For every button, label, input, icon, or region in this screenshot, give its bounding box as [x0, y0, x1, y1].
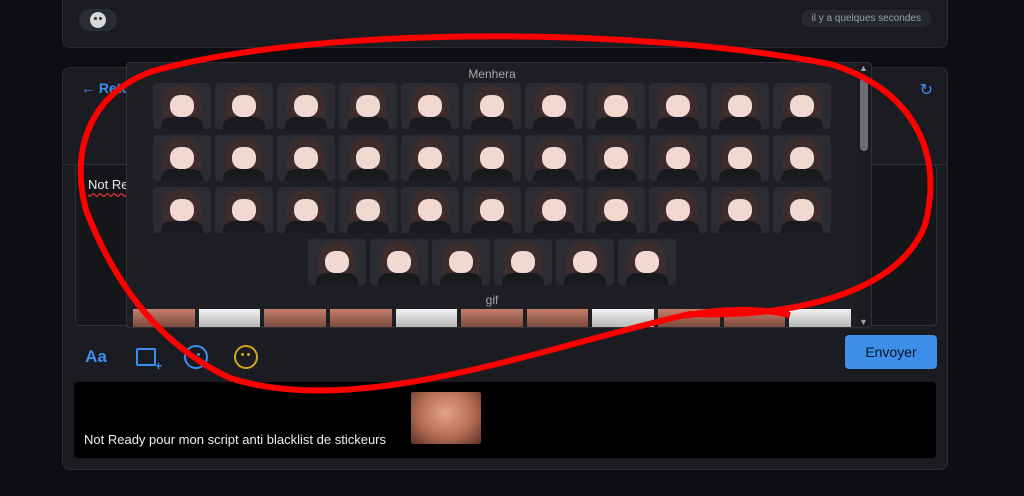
red-annotation-circle	[77, 33, 934, 394]
